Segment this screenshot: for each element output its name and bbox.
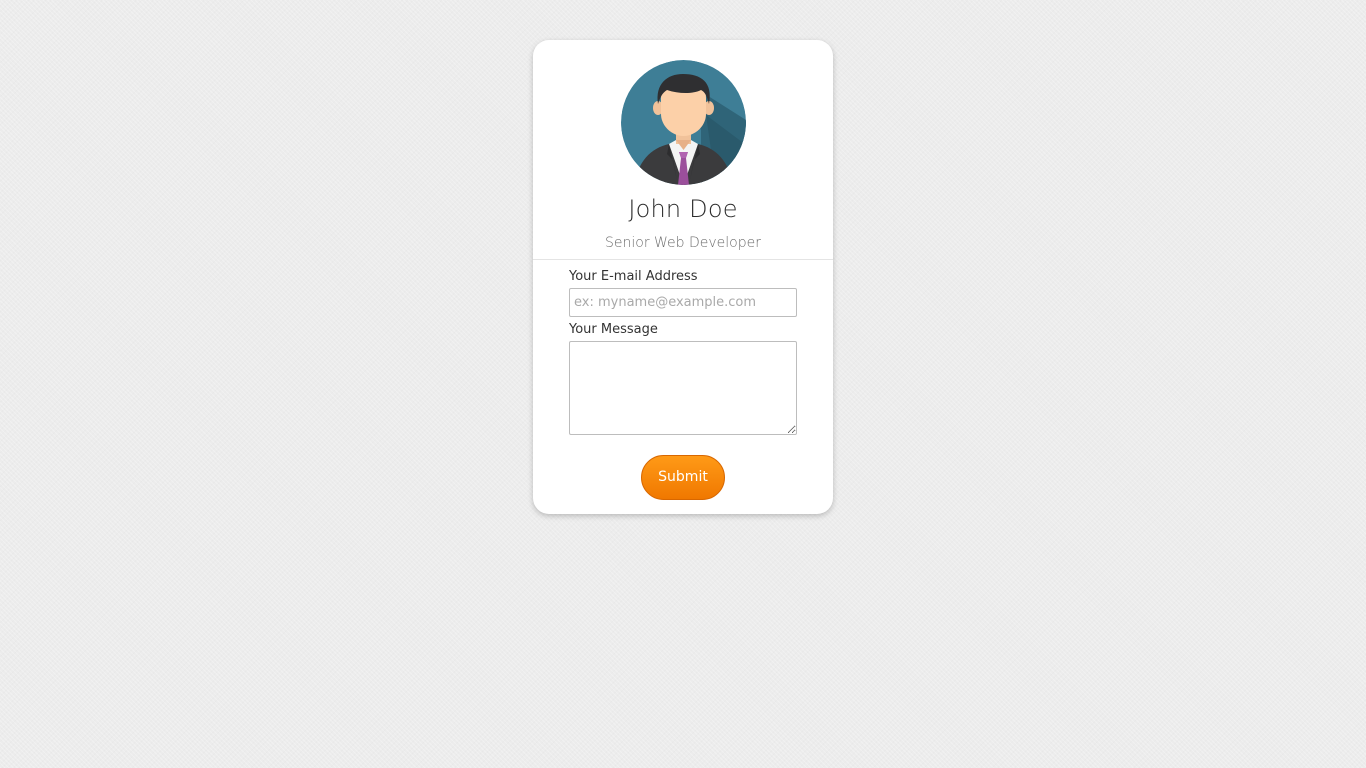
profile-card: John Doe Senior Web Developer Your E-mai… [533,40,833,514]
email-field[interactable] [569,288,797,317]
message-label: Your Message [569,322,658,337]
submit-button[interactable]: Submit [641,455,725,500]
businessman-avatar-icon [621,60,746,185]
profile-role: Senior Web Developer [604,235,761,251]
profile-name: John Doe [628,195,738,223]
avatar [621,60,746,185]
message-field[interactable] [569,341,797,435]
email-label: Your E-mail Address [569,269,698,284]
divider [533,259,833,260]
